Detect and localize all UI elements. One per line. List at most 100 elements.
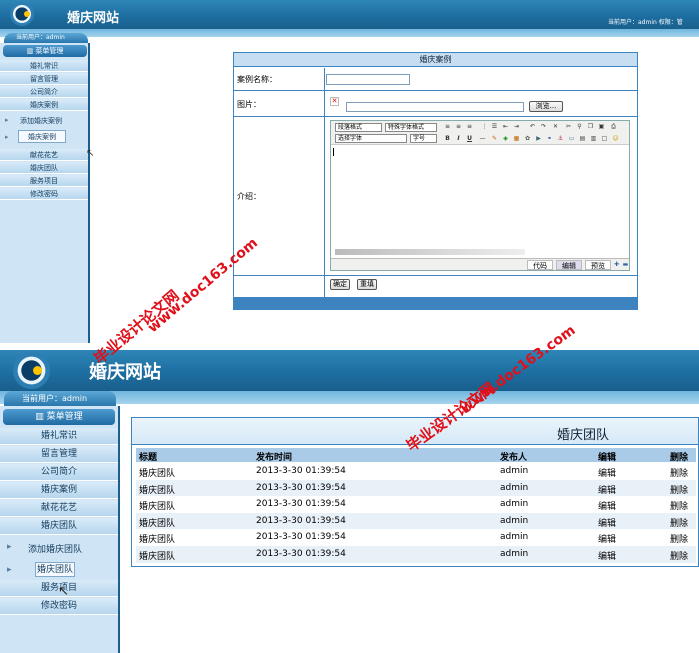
horizontal-rule-icon[interactable]: —: [479, 135, 486, 142]
cut-icon[interactable]: ✂: [565, 123, 572, 130]
media-icon[interactable]: ▶: [535, 135, 542, 142]
cell-delete[interactable]: 删除: [670, 483, 688, 496]
sidebar-item-wedding-tips[interactable]: 婚礼常识: [0, 60, 88, 72]
form-row-sep: [234, 275, 637, 276]
outdent-icon[interactable]: ⇤: [502, 123, 509, 130]
sidebar2-item-flowers[interactable]: 献花花艺: [0, 500, 118, 517]
reset-button[interactable]: 重填: [357, 279, 377, 290]
cell-delete[interactable]: 删除: [670, 499, 688, 512]
sidebar2-item-team[interactable]: 婚庆团队: [0, 518, 118, 535]
cell-title: 婚庆团队: [139, 518, 176, 529]
menu-title-2[interactable]: ▥ 菜单管理: [3, 409, 115, 425]
sidebar-item-password[interactable]: 修改密码: [0, 188, 88, 200]
browse-button[interactable]: 浏览...: [529, 101, 563, 112]
bold-icon[interactable]: B: [444, 135, 451, 142]
sidebar-item-messages[interactable]: 留言管理: [0, 73, 88, 85]
link-icon[interactable]: ⚭: [546, 135, 553, 142]
header-strip: [0, 29, 699, 37]
broken-image-icon: ✕: [330, 97, 339, 106]
cell-title: 婚庆团队: [139, 502, 176, 512]
cell-title: 婚庆团队: [139, 485, 176, 496]
expand-editor-icon[interactable]: ✚: [613, 261, 620, 268]
table-insert-icon[interactable]: ▤: [579, 135, 586, 142]
editor-caret: [333, 148, 334, 156]
sidebar2-item-company[interactable]: 公司简介: [0, 464, 118, 481]
cell-edit[interactable]: 编辑: [598, 532, 616, 545]
underline-icon[interactable]: U: [466, 135, 473, 142]
unordered-list-icon[interactable]: ☰: [491, 123, 498, 130]
sidebar2-item-cases[interactable]: 婚庆案例: [0, 482, 118, 499]
col-time: 发布时间: [256, 453, 293, 463]
sidebar2-item-password[interactable]: 修改密码: [0, 598, 118, 615]
confirm-button[interactable]: 确定: [330, 279, 350, 290]
ordered-list-icon[interactable]: ⋮: [481, 123, 488, 130]
align-center-icon[interactable]: ≡: [455, 123, 462, 130]
align-right-icon[interactable]: ≡: [466, 123, 473, 130]
case-name-input[interactable]: [326, 74, 410, 85]
size-select[interactable]: 字号: [410, 134, 437, 143]
tree-item-add-case[interactable]: 添加婚庆案例: [20, 116, 62, 126]
tab-preview[interactable]: 预览: [585, 260, 611, 270]
cell-delete[interactable]: 删除: [670, 466, 688, 479]
tree-item-team-list[interactable]: 婚庆团队: [35, 562, 75, 577]
menu-title[interactable]: ▥ 菜单管理: [3, 45, 87, 57]
col-delete: 删除: [670, 453, 689, 463]
italic-icon[interactable]: I: [455, 135, 462, 142]
text-color-icon[interactable]: ✎: [491, 135, 498, 142]
marquee-icon[interactable]: ▭: [568, 135, 575, 142]
cell-title: 婚庆团队: [139, 469, 176, 479]
sidebar-item-flowers[interactable]: 献花花艺: [0, 149, 88, 161]
indent-icon[interactable]: ⇥: [513, 123, 520, 130]
emoticon-icon[interactable]: ☺: [612, 135, 619, 142]
sidebar-item-team[interactable]: 婚庆团队: [0, 162, 88, 174]
top-right-user: 当前用户：admin 权限：管: [608, 19, 683, 26]
cell-edit[interactable]: 编辑: [598, 516, 616, 529]
find-icon[interactable]: ⚲: [576, 123, 583, 130]
tab-edit[interactable]: 编辑: [556, 260, 582, 270]
shrink-editor-icon[interactable]: ▬: [622, 261, 629, 268]
sidebar-item-company[interactable]: 公司简介: [0, 86, 88, 98]
align-left-icon[interactable]: ≡: [444, 123, 451, 130]
undo-icon[interactable]: ↶: [529, 123, 536, 130]
menu-icon: ▥: [35, 412, 47, 422]
frame-insert-icon[interactable]: □: [601, 135, 608, 142]
cell-author: admin: [500, 532, 529, 542]
table-row: 婚庆团队 2013-3-30 01:39:54 admin 编辑 删除: [136, 479, 696, 497]
sidebar2-item-messages[interactable]: 留言管理: [0, 446, 118, 463]
font-select[interactable]: 选择字体: [335, 134, 407, 143]
tab-code[interactable]: 代码: [527, 260, 553, 270]
sidebar-item-services[interactable]: 服务项目: [0, 175, 88, 187]
anchor-icon[interactable]: ⚓: [557, 135, 564, 142]
cell-edit[interactable]: 编辑: [598, 483, 616, 496]
image-file-input[interactable]: [346, 102, 524, 112]
tree-item-case-list[interactable]: 婚庆案例: [18, 130, 66, 143]
panel-title: 婚庆团队: [557, 428, 610, 443]
case-name-label: 案例名称：: [237, 75, 277, 84]
table-row: 婚庆团队 2013-3-30 01:39:54 admin 编辑 删除: [136, 529, 696, 546]
delete-icon[interactable]: ✕: [552, 123, 559, 130]
image-insert-icon[interactable]: ▦: [513, 135, 520, 142]
cell-edit[interactable]: 编辑: [598, 549, 616, 562]
cell-delete[interactable]: 删除: [670, 549, 688, 562]
cell-edit[interactable]: 编辑: [598, 466, 616, 479]
tree-item-add-team[interactable]: 添加婚庆团队: [28, 542, 82, 555]
bg-color-icon[interactable]: ◈: [502, 135, 509, 142]
cell-edit[interactable]: 编辑: [598, 499, 616, 512]
cell-title: 婚庆团队: [139, 535, 176, 545]
sidebar-item-cases[interactable]: 婚庆案例: [0, 99, 88, 111]
special-format-select[interactable]: 特殊字体格式: [385, 123, 437, 132]
print-icon[interactable]: ⎙: [610, 123, 617, 130]
form-footer: [234, 297, 637, 310]
flash-icon[interactable]: ✿: [524, 135, 531, 142]
paste-icon[interactable]: ▣: [598, 123, 605, 130]
cell-delete[interactable]: 删除: [670, 532, 688, 545]
rich-text-editor[interactable]: 段落格式 特殊字体格式 选择字体 字号 ≡ ≡ ≡ ⋮ ☰ ⇤ ⇥ ↶ ↷ ✕ …: [330, 120, 630, 271]
redo-icon[interactable]: ↷: [540, 123, 547, 130]
form-insert-icon[interactable]: ▥: [590, 135, 597, 142]
cell-delete[interactable]: 删除: [670, 516, 688, 529]
logo-dot-icon: [33, 366, 42, 375]
copy-icon[interactable]: ❐: [587, 123, 594, 130]
form-row-sep: [234, 90, 637, 91]
format-select[interactable]: 段落格式: [335, 123, 382, 132]
sidebar2-item-wedding-tips[interactable]: 婚礼常识: [0, 428, 118, 445]
